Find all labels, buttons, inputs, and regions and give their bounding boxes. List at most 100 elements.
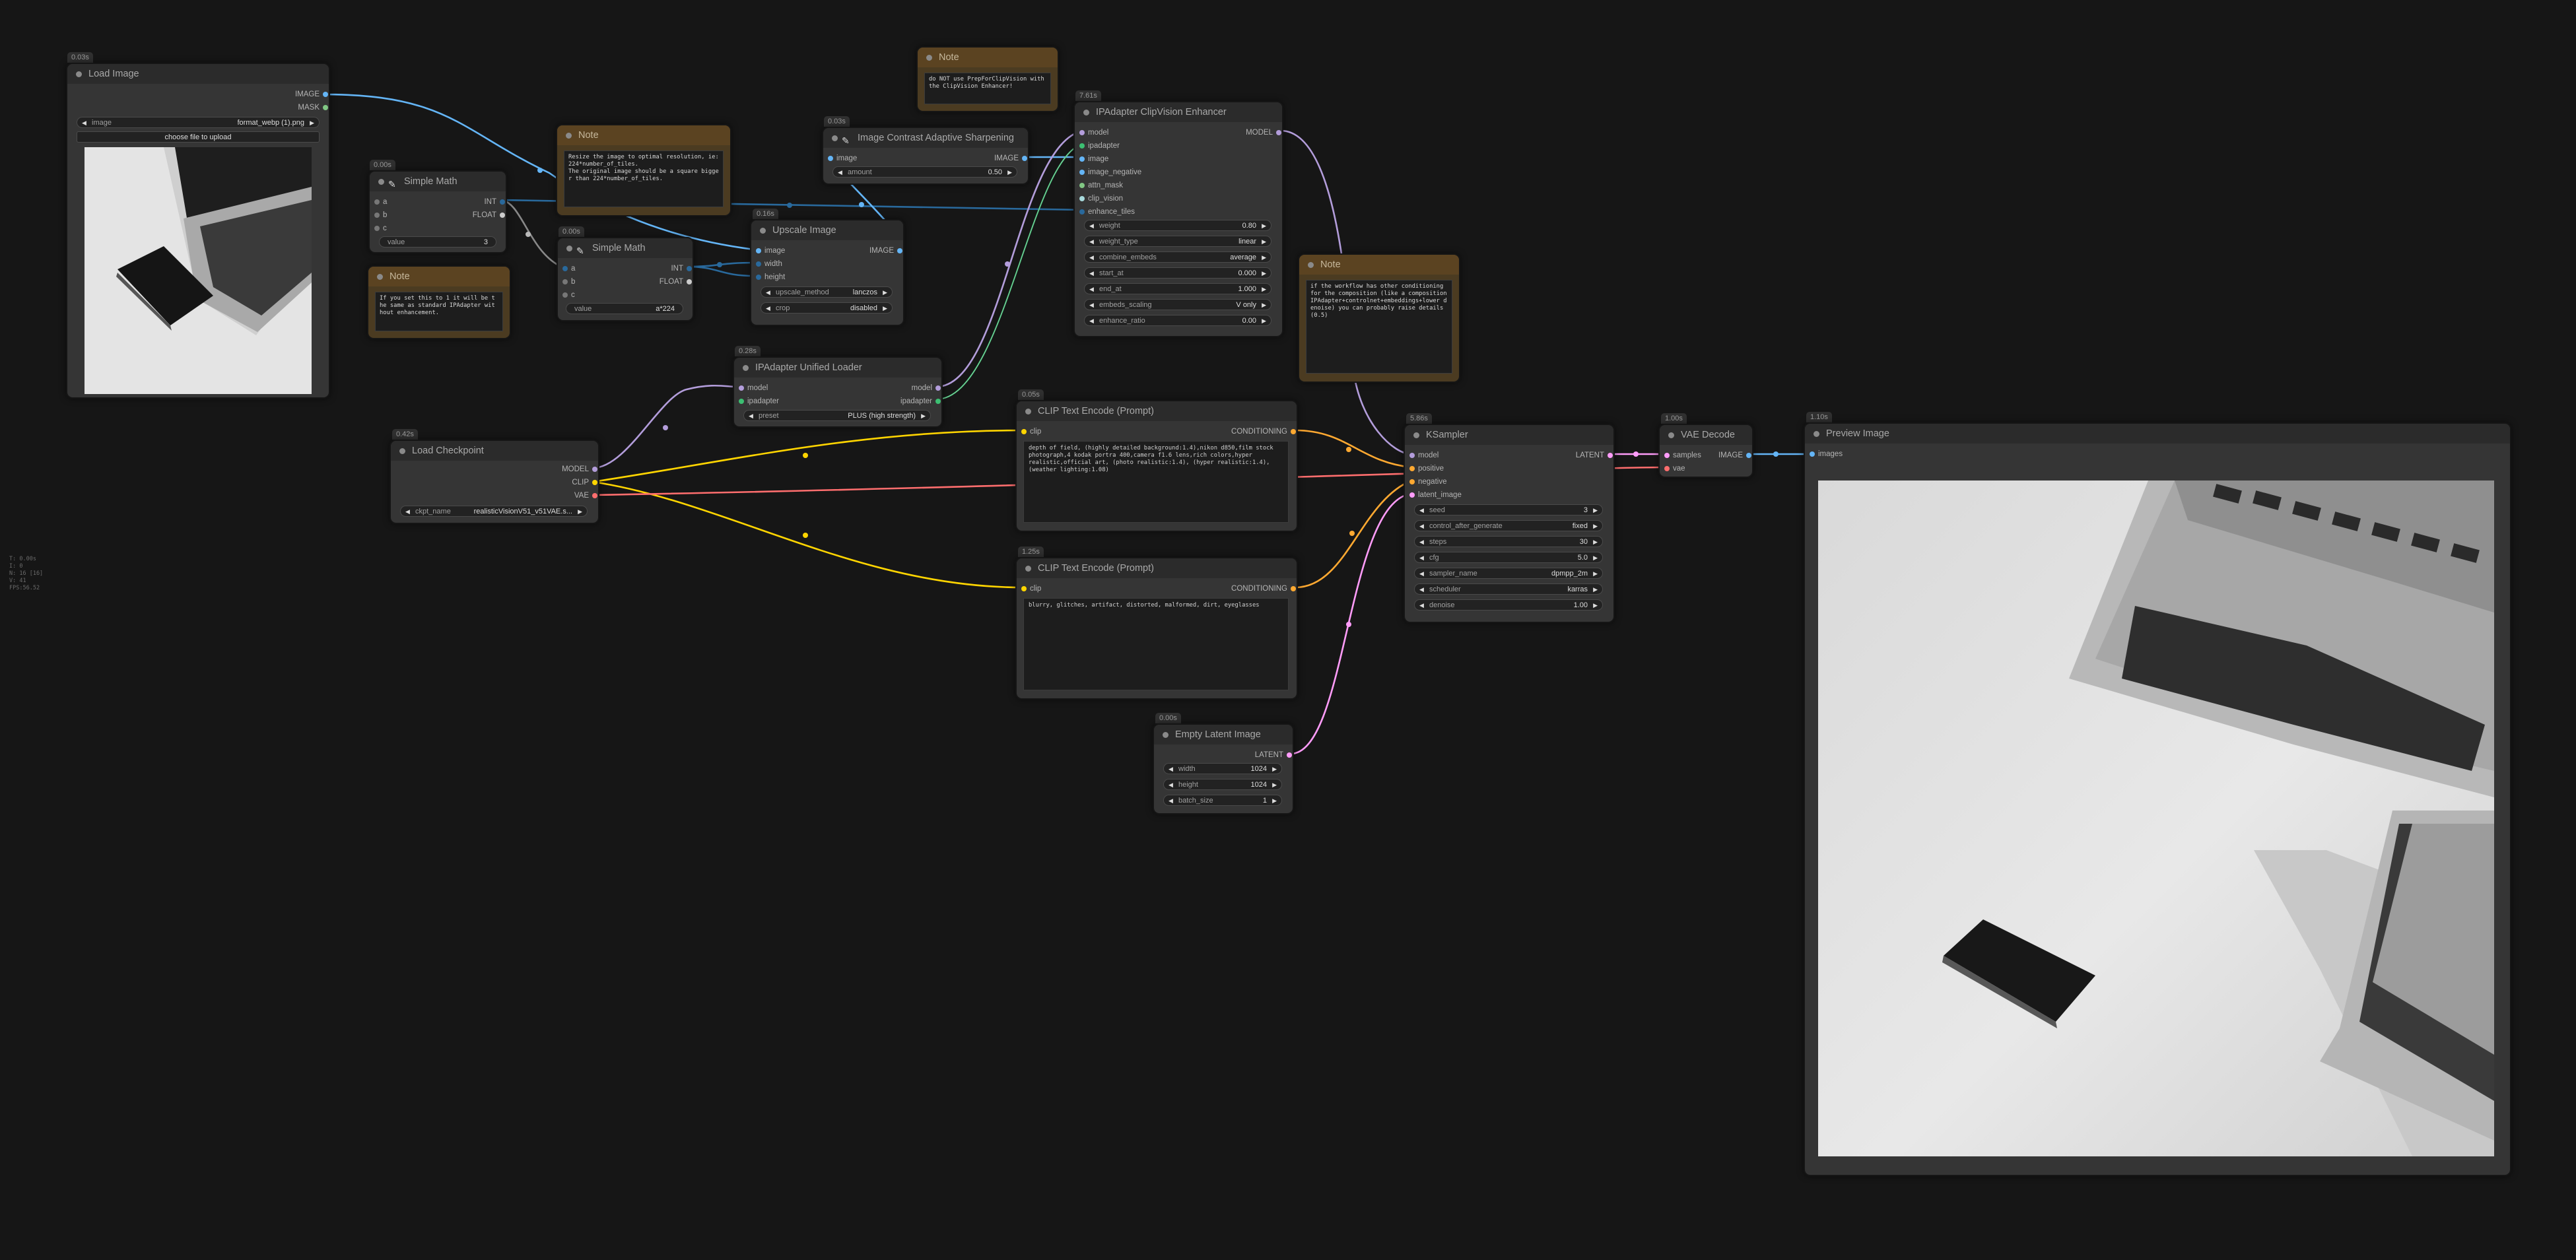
crop-widget[interactable]: ◀ crop disabled ▶ xyxy=(761,302,893,314)
node-title-bar[interactable]: CLIP Text Encode (Prompt) xyxy=(1017,401,1297,421)
collapse-dot-icon[interactable] xyxy=(378,179,384,185)
arrow-right-icon[interactable]: ▶ xyxy=(1272,779,1277,791)
output-ipadapter[interactable]: ipadapter xyxy=(900,395,941,408)
output-latent[interactable]: LATENT xyxy=(1576,449,1613,462)
input-image[interactable]: image xyxy=(1079,152,1108,166)
output-latent[interactable]: LATENT xyxy=(1255,748,1293,762)
output-clip[interactable]: CLIP xyxy=(572,476,598,489)
input-c[interactable]: c xyxy=(374,222,387,235)
arrow-right-icon[interactable]: ▶ xyxy=(1262,315,1266,327)
height-widget[interactable]: ◀ height 1024 ▶ xyxy=(1163,779,1282,790)
arrow-left-icon[interactable]: ◀ xyxy=(1169,795,1173,807)
node-title-bar[interactable]: ✎ Image Contrast Adaptive Sharpening xyxy=(823,128,1028,148)
clipvision-enhancer-node[interactable]: IPAdapter ClipVision Enhancer model ipad… xyxy=(1073,101,1283,337)
clip-text-encode-positive-node[interactable]: CLIP Text Encode (Prompt) clip CONDITION… xyxy=(1015,400,1298,532)
input-b[interactable]: b xyxy=(562,275,575,288)
arrow-right-icon[interactable]: ▶ xyxy=(310,117,314,129)
collapse-dot-icon[interactable] xyxy=(1813,431,1819,437)
amount-widget[interactable]: ◀ amount 0.50 ▶ xyxy=(832,166,1017,178)
simple-math-node-2[interactable]: ✎ Simple Math a b c INT FLOAT value a*224 xyxy=(557,237,694,321)
arrow-left-icon[interactable]: ◀ xyxy=(1419,600,1424,611)
collapse-dot-icon[interactable] xyxy=(1083,110,1089,116)
arrow-left-icon[interactable]: ◀ xyxy=(1419,568,1424,580)
arrow-right-icon[interactable]: ▶ xyxy=(1262,236,1266,248)
output-image[interactable]: IMAGE xyxy=(295,88,329,101)
collapse-dot-icon[interactable] xyxy=(377,274,383,280)
collapse-dot-icon[interactable] xyxy=(832,135,838,141)
output-image[interactable]: IMAGE xyxy=(1718,449,1752,462)
output-mask[interactable]: MASK xyxy=(298,101,329,114)
output-int[interactable]: INT xyxy=(484,195,506,209)
collapse-dot-icon[interactable] xyxy=(743,365,749,371)
arrow-right-icon[interactable]: ▶ xyxy=(1272,764,1277,775)
input-clip[interactable]: clip xyxy=(1021,582,1041,595)
upscale-method-widget[interactable]: ◀ upscale_method lanczos ▶ xyxy=(761,286,893,298)
collapse-dot-icon[interactable] xyxy=(760,228,766,234)
output-int[interactable]: INT xyxy=(671,262,693,275)
node-title-bar[interactable]: ✎ Simple Math xyxy=(558,238,693,258)
arrow-left-icon[interactable]: ◀ xyxy=(838,167,842,178)
ksampler-node[interactable]: KSampler model positive negative latent_… xyxy=(1404,424,1615,623)
input-clip-vision[interactable]: clip_vision xyxy=(1079,192,1123,205)
note-text[interactable]: do NOT use PrepForClipVision with the Cl… xyxy=(924,73,1051,104)
arrow-left-icon[interactable]: ◀ xyxy=(1089,315,1094,327)
input-negative[interactable]: negative xyxy=(1409,475,1446,488)
arrow-right-icon[interactable]: ▶ xyxy=(1007,167,1012,178)
arrow-left-icon[interactable]: ◀ xyxy=(749,411,753,422)
preview-image-node[interactable]: Preview Image images xyxy=(1804,422,2511,1176)
preset-widget[interactable]: ◀ preset PLUS (high strength) ▶ xyxy=(743,410,931,421)
output-float[interactable]: FLOAT xyxy=(473,209,506,222)
input-image-negative[interactable]: image_negative xyxy=(1079,166,1141,179)
collapse-dot-icon[interactable] xyxy=(566,133,572,139)
note-standard-ipadapter[interactable]: Note If you set this to 1 it will be the… xyxy=(367,265,511,339)
arrow-left-icon[interactable]: ◀ xyxy=(1419,584,1424,595)
image-combo-widget[interactable]: ◀ image format_webp (1).png ▶ xyxy=(77,117,320,128)
ckpt-name-widget[interactable]: ◀ ckpt_name realisticVisionV51_v51VAE.s...… xyxy=(400,506,588,517)
sampler-name-widget[interactable]: ◀ sampler_name dpmpp_2m ▶ xyxy=(1414,568,1603,579)
arrow-right-icon[interactable]: ▶ xyxy=(1262,284,1266,295)
arrow-left-icon[interactable]: ◀ xyxy=(766,287,770,298)
node-title-bar[interactable]: Preview Image xyxy=(1805,424,2510,444)
arrow-right-icon[interactable]: ▶ xyxy=(1262,220,1266,232)
vae-decode-node[interactable]: VAE Decode samples vae IMAGE xyxy=(1658,424,1753,478)
output-image[interactable]: IMAGE xyxy=(994,152,1028,165)
arrow-left-icon[interactable]: ◀ xyxy=(1089,220,1094,232)
input-width[interactable]: width xyxy=(755,257,782,271)
unified-loader-node[interactable]: IPAdapter Unified Loader model ipadapter… xyxy=(733,356,943,428)
arrow-left-icon[interactable]: ◀ xyxy=(82,117,86,129)
input-latent-image[interactable]: latent_image xyxy=(1409,488,1462,502)
arrow-right-icon[interactable]: ▶ xyxy=(1262,268,1266,279)
node-title-bar[interactable]: IPAdapter Unified Loader xyxy=(734,358,941,378)
node-title-bar[interactable]: Upscale Image xyxy=(751,220,903,240)
input-clip[interactable]: clip xyxy=(1021,425,1041,438)
arrow-right-icon[interactable]: ▶ xyxy=(578,506,582,517)
output-float[interactable]: FLOAT xyxy=(660,275,693,288)
collapse-dot-icon[interactable] xyxy=(1025,409,1031,414)
input-model[interactable]: model xyxy=(1409,449,1439,462)
arrow-left-icon[interactable]: ◀ xyxy=(766,303,770,314)
input-model[interactable]: model xyxy=(1079,126,1108,139)
node-title-bar[interactable]: IPAdapter ClipVision Enhancer xyxy=(1075,102,1282,122)
collapse-dot-icon[interactable] xyxy=(1308,262,1314,268)
output-conditioning[interactable]: CONDITIONING xyxy=(1231,425,1297,438)
arrow-right-icon[interactable]: ▶ xyxy=(1593,552,1598,564)
output-conditioning[interactable]: CONDITIONING xyxy=(1231,582,1297,595)
arrow-right-icon[interactable]: ▶ xyxy=(1593,568,1598,580)
node-title-bar[interactable]: Empty Latent Image xyxy=(1154,725,1293,745)
arrow-left-icon[interactable]: ◀ xyxy=(405,506,410,517)
end-at-widget[interactable]: ◀ end_at 1.000 ▶ xyxy=(1084,283,1271,294)
arrow-right-icon[interactable]: ▶ xyxy=(1593,537,1598,548)
collapse-dot-icon[interactable] xyxy=(1163,732,1169,738)
input-a[interactable]: a xyxy=(562,262,575,275)
output-model[interactable]: model xyxy=(912,381,941,395)
weight-type-widget[interactable]: ◀ weight_type linear ▶ xyxy=(1084,236,1271,247)
arrow-right-icon[interactable]: ▶ xyxy=(1593,505,1598,516)
arrow-left-icon[interactable]: ◀ xyxy=(1089,300,1094,311)
arrow-right-icon[interactable]: ▶ xyxy=(1262,300,1266,311)
arrow-left-icon[interactable]: ◀ xyxy=(1419,505,1424,516)
input-attn-mask[interactable]: attn_mask xyxy=(1079,179,1123,192)
input-enhance-tiles[interactable]: enhance_tiles xyxy=(1079,205,1135,218)
input-b[interactable]: b xyxy=(374,209,387,222)
note-raise-details[interactable]: Note if the workflow has other condition… xyxy=(1298,253,1460,383)
value-widget[interactable]: value 3 xyxy=(379,236,496,248)
